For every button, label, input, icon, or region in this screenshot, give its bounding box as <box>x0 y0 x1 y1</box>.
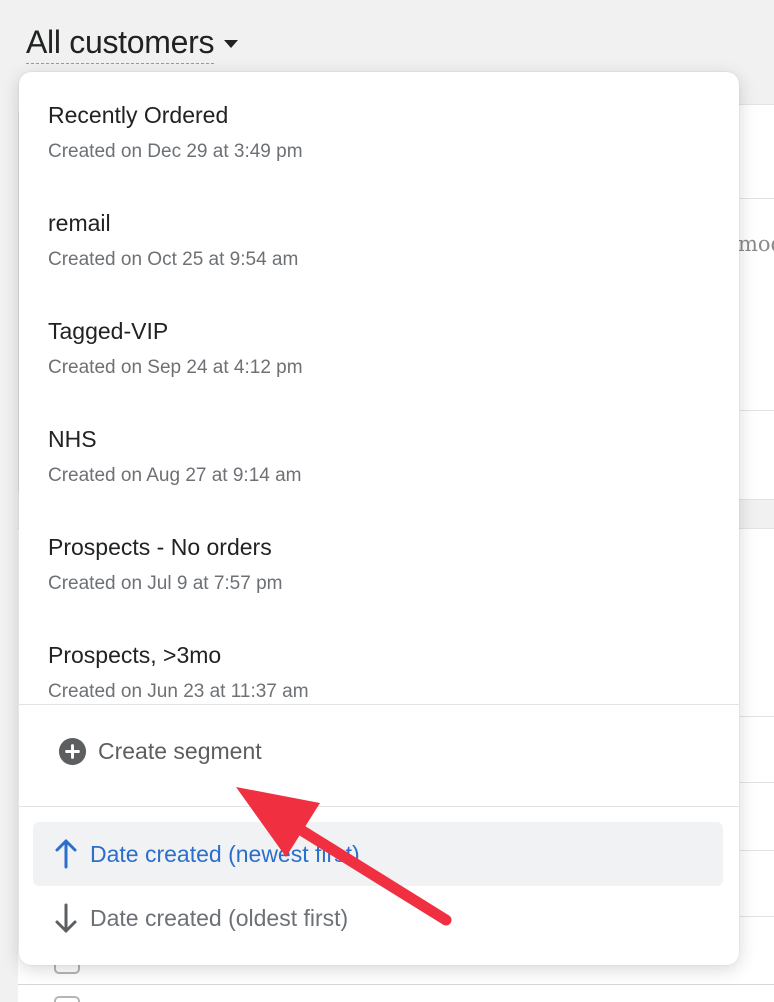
plus-circle-icon <box>58 737 87 766</box>
segment-selector[interactable]: All customers <box>26 22 239 64</box>
background-divider <box>740 916 774 917</box>
background-divider <box>740 716 774 717</box>
background-divider <box>740 782 774 783</box>
segment-item[interactable]: remail Created on Oct 25 at 9:54 am <box>48 208 298 273</box>
segment-name: Prospects, >3mo <box>48 642 222 668</box>
arrow-down-icon <box>55 903 77 933</box>
segment-created-date: Created on Sep 24 at 4:12 pm <box>48 357 303 378</box>
segment-name: Tagged-VIP <box>48 318 169 344</box>
segment-item[interactable]: Tagged-VIP Created on Sep 24 at 4:12 pm <box>48 316 303 381</box>
segment-name: remail <box>48 210 111 236</box>
segment-created-date: Created on Aug 27 at 9:14 am <box>48 465 302 486</box>
background-divider <box>18 984 774 985</box>
segment-created-date: Created on Jul 9 at 7:57 pm <box>48 573 283 594</box>
caret-down-icon[interactable] <box>224 40 239 48</box>
divider <box>19 806 739 807</box>
background-divider <box>740 198 774 199</box>
row-checkbox[interactable] <box>54 996 80 1002</box>
segment-name: Recently Ordered <box>48 102 229 128</box>
create-segment-button[interactable]: Create segment <box>57 736 262 767</box>
segment-created-date: Created on Jun 23 at 11:37 am <box>48 681 309 702</box>
sort-newest-first-option[interactable]: Date created (newest first) <box>33 822 723 886</box>
segment-item[interactable]: Prospects - No orders Created on Jul 9 a… <box>48 532 282 597</box>
segment-name: Prospects - No orders <box>48 534 272 560</box>
segment-item[interactable]: NHS Created on Aug 27 at 9:14 am <box>48 424 302 489</box>
page: mod All customers Recently Ordered Creat… <box>0 0 774 1002</box>
sort-oldest-first-option[interactable]: Date created (oldest first) <box>33 886 723 950</box>
segment-item[interactable]: Prospects, >3mo Created on Jun 23 at 11:… <box>48 640 309 704</box>
background-divider <box>740 410 774 411</box>
background-divider <box>740 850 774 851</box>
segment-name: NHS <box>48 426 97 452</box>
create-segment-label: Create segment <box>98 738 262 764</box>
segment-list[interactable]: Recently Ordered Created on Dec 29 at 3:… <box>19 72 739 704</box>
segment-item[interactable]: Recently Ordered Created on Dec 29 at 3:… <box>48 100 303 165</box>
segment-created-date: Created on Oct 25 at 9:54 am <box>48 249 299 270</box>
page-title[interactable]: All customers <box>26 22 214 64</box>
background-partial-text: mod <box>738 232 774 256</box>
divider <box>19 704 739 705</box>
sort-option-label: Date created (oldest first) <box>90 904 349 931</box>
arrow-up-icon <box>55 839 77 869</box>
sort-option-label: Date created (newest first) <box>90 840 360 867</box>
segment-created-date: Created on Dec 29 at 3:49 pm <box>48 141 303 162</box>
segment-popover: Recently Ordered Created on Dec 29 at 3:… <box>19 72 739 965</box>
